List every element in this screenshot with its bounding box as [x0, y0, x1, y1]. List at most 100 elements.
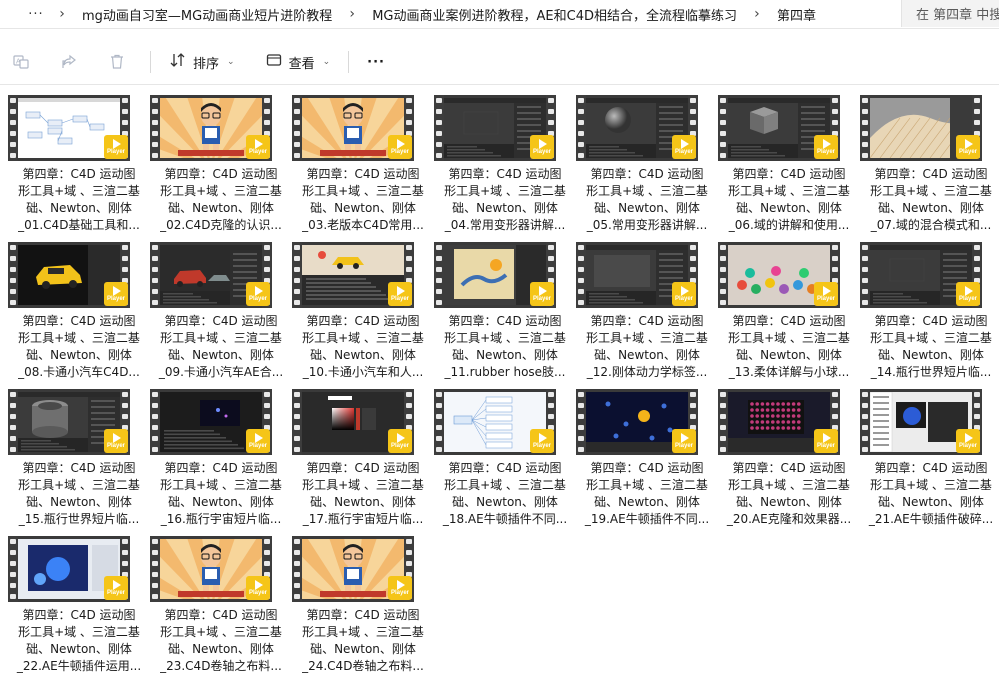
file-name-line: 础、Newton、刚体 — [310, 201, 416, 215]
film-strip — [718, 242, 728, 308]
file-name-line: 础、Newton、刚体 — [26, 642, 132, 656]
file-name-line: 形工具+域 、三渲二基 — [18, 625, 140, 639]
view-button[interactable]: 查看 ⌄ — [259, 47, 337, 77]
file-name-line: _10.卡通小汽车和人... — [302, 365, 424, 379]
file-name: 第四章：C4D 运动图 形工具+域 、三渲二基 础、Newton、刚体 _09.卡通小… — [150, 313, 292, 381]
file-name-line: 础、Newton、刚体 — [168, 495, 274, 509]
file-name-line: 形工具+域 、三渲二基 — [302, 331, 424, 345]
file-item[interactable]: Player 第四章：C4D 运动图 形工具+域 、三渲二基 础、Newton、刚体 _… — [718, 239, 860, 379]
file-item[interactable]: Player 第四章：C4D 运动图 形工具+域 、三渲二基 础、Newton、刚体 _… — [860, 92, 999, 232]
share-icon[interactable] — [54, 47, 84, 77]
file-item[interactable]: Player 第四章：C4D 运动图 形工具+域 、三渲二基 础、Newton、刚体 _… — [860, 386, 999, 526]
film-strip — [8, 536, 18, 602]
breadcrumb-overflow-button[interactable]: ··· — [24, 7, 48, 22]
toolbar-divider — [150, 51, 151, 73]
file-item[interactable]: Player 第四章：C4D 运动图 形工具+域 、三渲二基 础、Newton、刚体 _… — [8, 533, 150, 673]
film-strip — [8, 242, 18, 308]
file-name-line: 础、Newton、刚体 — [26, 348, 132, 362]
video-thumbnail: Player — [718, 242, 840, 308]
player-play-icon: Player — [672, 282, 696, 306]
file-name-line: 第四章：C4D 运动图 — [22, 608, 136, 622]
file-item[interactable]: Player 第四章：C4D 运动图 形工具+域 、三渲二基 础、Newton、刚体 _… — [8, 386, 150, 526]
film-strip — [292, 389, 302, 455]
file-item[interactable]: Player 第四章：C4D 运动图 形工具+域 、三渲二基 础、Newton、刚体 _… — [292, 239, 434, 379]
file-name-line: _04.常用变形器讲解... — [444, 218, 566, 232]
file-name-line: _11.rubber hose肢... — [444, 365, 566, 379]
film-strip — [718, 95, 728, 161]
file-name: 第四章：C4D 运动图 形工具+域 、三渲二基 础、Newton、刚体 _17.瓶行宇… — [292, 460, 434, 528]
file-item[interactable]: Player 第四章：C4D 运动图 形工具+域 、三渲二基 础、Newton、刚体 _… — [8, 239, 150, 379]
file-name-line: 形工具+域 、三渲二基 — [160, 184, 282, 198]
file-name-line: 第四章：C4D 运动图 — [22, 314, 136, 328]
film-strip — [150, 95, 160, 161]
file-item[interactable]: Player 第四章：C4D 运动图 形工具+域 、三渲二基 础、Newton、刚体 _… — [292, 386, 434, 526]
video-thumbnail: Player — [292, 95, 414, 161]
breadcrumb-item-chapter[interactable]: 第四章 — [771, 5, 822, 24]
file-item[interactable]: Player 第四章：C4D 运动图 形工具+域 、三渲二基 础、Newton、刚体 _… — [576, 92, 718, 232]
video-thumbnail: Player — [434, 389, 556, 455]
file-name-line: 础、Newton、刚体 — [452, 201, 558, 215]
file-name: 第四章：C4D 运动图 形工具+域 、三渲二基 础、Newton、刚体 _06.域的讲… — [718, 166, 860, 234]
file-name-line: 第四章：C4D 运动图 — [306, 608, 420, 622]
file-name-line: 形工具+域 、三渲二基 — [586, 184, 708, 198]
player-play-icon: Player — [814, 429, 838, 453]
file-item[interactable]: Player 第四章：C4D 运动图 形工具+域 、三渲二基 础、Newton、刚体 _… — [718, 386, 860, 526]
file-name: 第四章：C4D 运动图 形工具+域 、三渲二基 础、Newton、刚体 _02.C4D… — [150, 166, 292, 234]
file-name-line: 第四章：C4D 运动图 — [448, 167, 562, 181]
file-name-line: 础、Newton、刚体 — [168, 348, 274, 362]
sort-button[interactable]: 排序 ⌄ — [163, 47, 241, 77]
file-name: 第四章：C4D 运动图 形工具+域 、三渲二基 础、Newton、刚体 _18.AE牛… — [434, 460, 576, 528]
film-strip — [434, 95, 444, 161]
file-name-line: _24.C4D卷轴之布料... — [302, 659, 424, 673]
file-item[interactable]: Player 第四章：C4D 运动图 形工具+域 、三渲二基 础、Newton、刚体 _… — [150, 386, 292, 526]
translate-icon[interactable]: A — [6, 47, 36, 77]
player-play-icon: Player — [104, 576, 128, 600]
player-play-icon: Player — [388, 135, 412, 159]
video-thumbnail: Player — [292, 536, 414, 602]
file-item[interactable]: Player 第四章：C4D 运动图 形工具+域 、三渲二基 础、Newton、刚体 _… — [718, 92, 860, 232]
file-name-line: 础、Newton、刚体 — [452, 495, 558, 509]
file-item[interactable]: Player 第四章：C4D 运动图 形工具+域 、三渲二基 础、Newton、刚体 _… — [150, 533, 292, 673]
file-name-line: 第四章：C4D 运动图 — [164, 461, 278, 475]
file-item[interactable]: Player 第四章：C4D 运动图 形工具+域 、三渲二基 础、Newton、刚体 _… — [292, 92, 434, 232]
search-input[interactable]: 在 第四章 中搜索 — [901, 0, 999, 27]
file-item[interactable]: Player 第四章：C4D 运动图 形工具+域 、三渲二基 础、Newton、刚体 _… — [576, 386, 718, 526]
player-play-icon: Player — [530, 282, 554, 306]
breadcrumb-item-series[interactable]: MG动画商业案例进阶教程，AE和C4D相结合，全流程临摹练习 — [366, 5, 743, 24]
file-name: 第四章：C4D 运动图 形工具+域 、三渲二基 础、Newton、刚体 _03.老版本… — [292, 166, 434, 234]
file-name-line: 第四章：C4D 运动图 — [22, 167, 136, 181]
file-name-line: 形工具+域 、三渲二基 — [18, 184, 140, 198]
video-thumbnail: Player — [434, 242, 556, 308]
chevron-right-icon: › — [59, 6, 65, 22]
file-item[interactable]: Player 第四章：C4D 运动图 形工具+域 、三渲二基 础、Newton、刚体 _… — [434, 386, 576, 526]
file-item[interactable]: Player 第四章：C4D 运动图 形工具+域 、三渲二基 础、Newton、刚体 _… — [434, 92, 576, 232]
film-strip — [860, 242, 870, 308]
player-play-icon: Player — [246, 576, 270, 600]
file-name-line: 第四章：C4D 运动图 — [590, 314, 704, 328]
file-item[interactable]: Player 第四章：C4D 运动图 形工具+域 、三渲二基 础、Newton、刚体 _… — [8, 92, 150, 232]
film-strip — [150, 242, 160, 308]
file-item[interactable]: Player 第四章：C4D 运动图 形工具+域 、三渲二基 础、Newton、刚体 _… — [150, 239, 292, 379]
file-item[interactable]: Player 第四章：C4D 运动图 形工具+域 、三渲二基 础、Newton、刚体 _… — [292, 533, 434, 673]
file-name-line: 础、Newton、刚体 — [594, 495, 700, 509]
file-name: 第四章：C4D 运动图 形工具+域 、三渲二基 础、Newton、刚体 _05.常用变… — [576, 166, 718, 234]
file-item[interactable]: Player 第四章：C4D 运动图 形工具+域 、三渲二基 础、Newton、刚体 _… — [860, 239, 999, 379]
film-strip — [292, 95, 302, 161]
film-strip — [8, 389, 18, 455]
file-name-line: 础、Newton、刚体 — [26, 201, 132, 215]
more-options-button[interactable]: ··· — [361, 47, 391, 77]
file-name-line: 第四章：C4D 运动图 — [164, 167, 278, 181]
file-name-line: 础、Newton、刚体 — [310, 642, 416, 656]
video-thumbnail: Player — [8, 389, 130, 455]
delete-icon[interactable] — [102, 47, 132, 77]
file-item[interactable]: Player 第四章：C4D 运动图 形工具+域 、三渲二基 础、Newton、刚体 _… — [150, 92, 292, 232]
file-item[interactable]: Player 第四章：C4D 运动图 形工具+域 、三渲二基 础、Newton、刚体 _… — [576, 239, 718, 379]
player-play-icon: Player — [388, 576, 412, 600]
breadcrumb-item-course[interactable]: mg动画自习室—MG动画商业短片进阶教程 — [76, 5, 338, 24]
film-strip — [576, 95, 586, 161]
file-name-line: 第四章：C4D 运动图 — [164, 608, 278, 622]
file-name-line: 础、Newton、刚体 — [736, 495, 842, 509]
video-thumbnail: Player — [150, 95, 272, 161]
file-item[interactable]: Player 第四章：C4D 运动图 形工具+域 、三渲二基 础、Newton、刚体 _… — [434, 239, 576, 379]
video-thumbnail: Player — [8, 536, 130, 602]
